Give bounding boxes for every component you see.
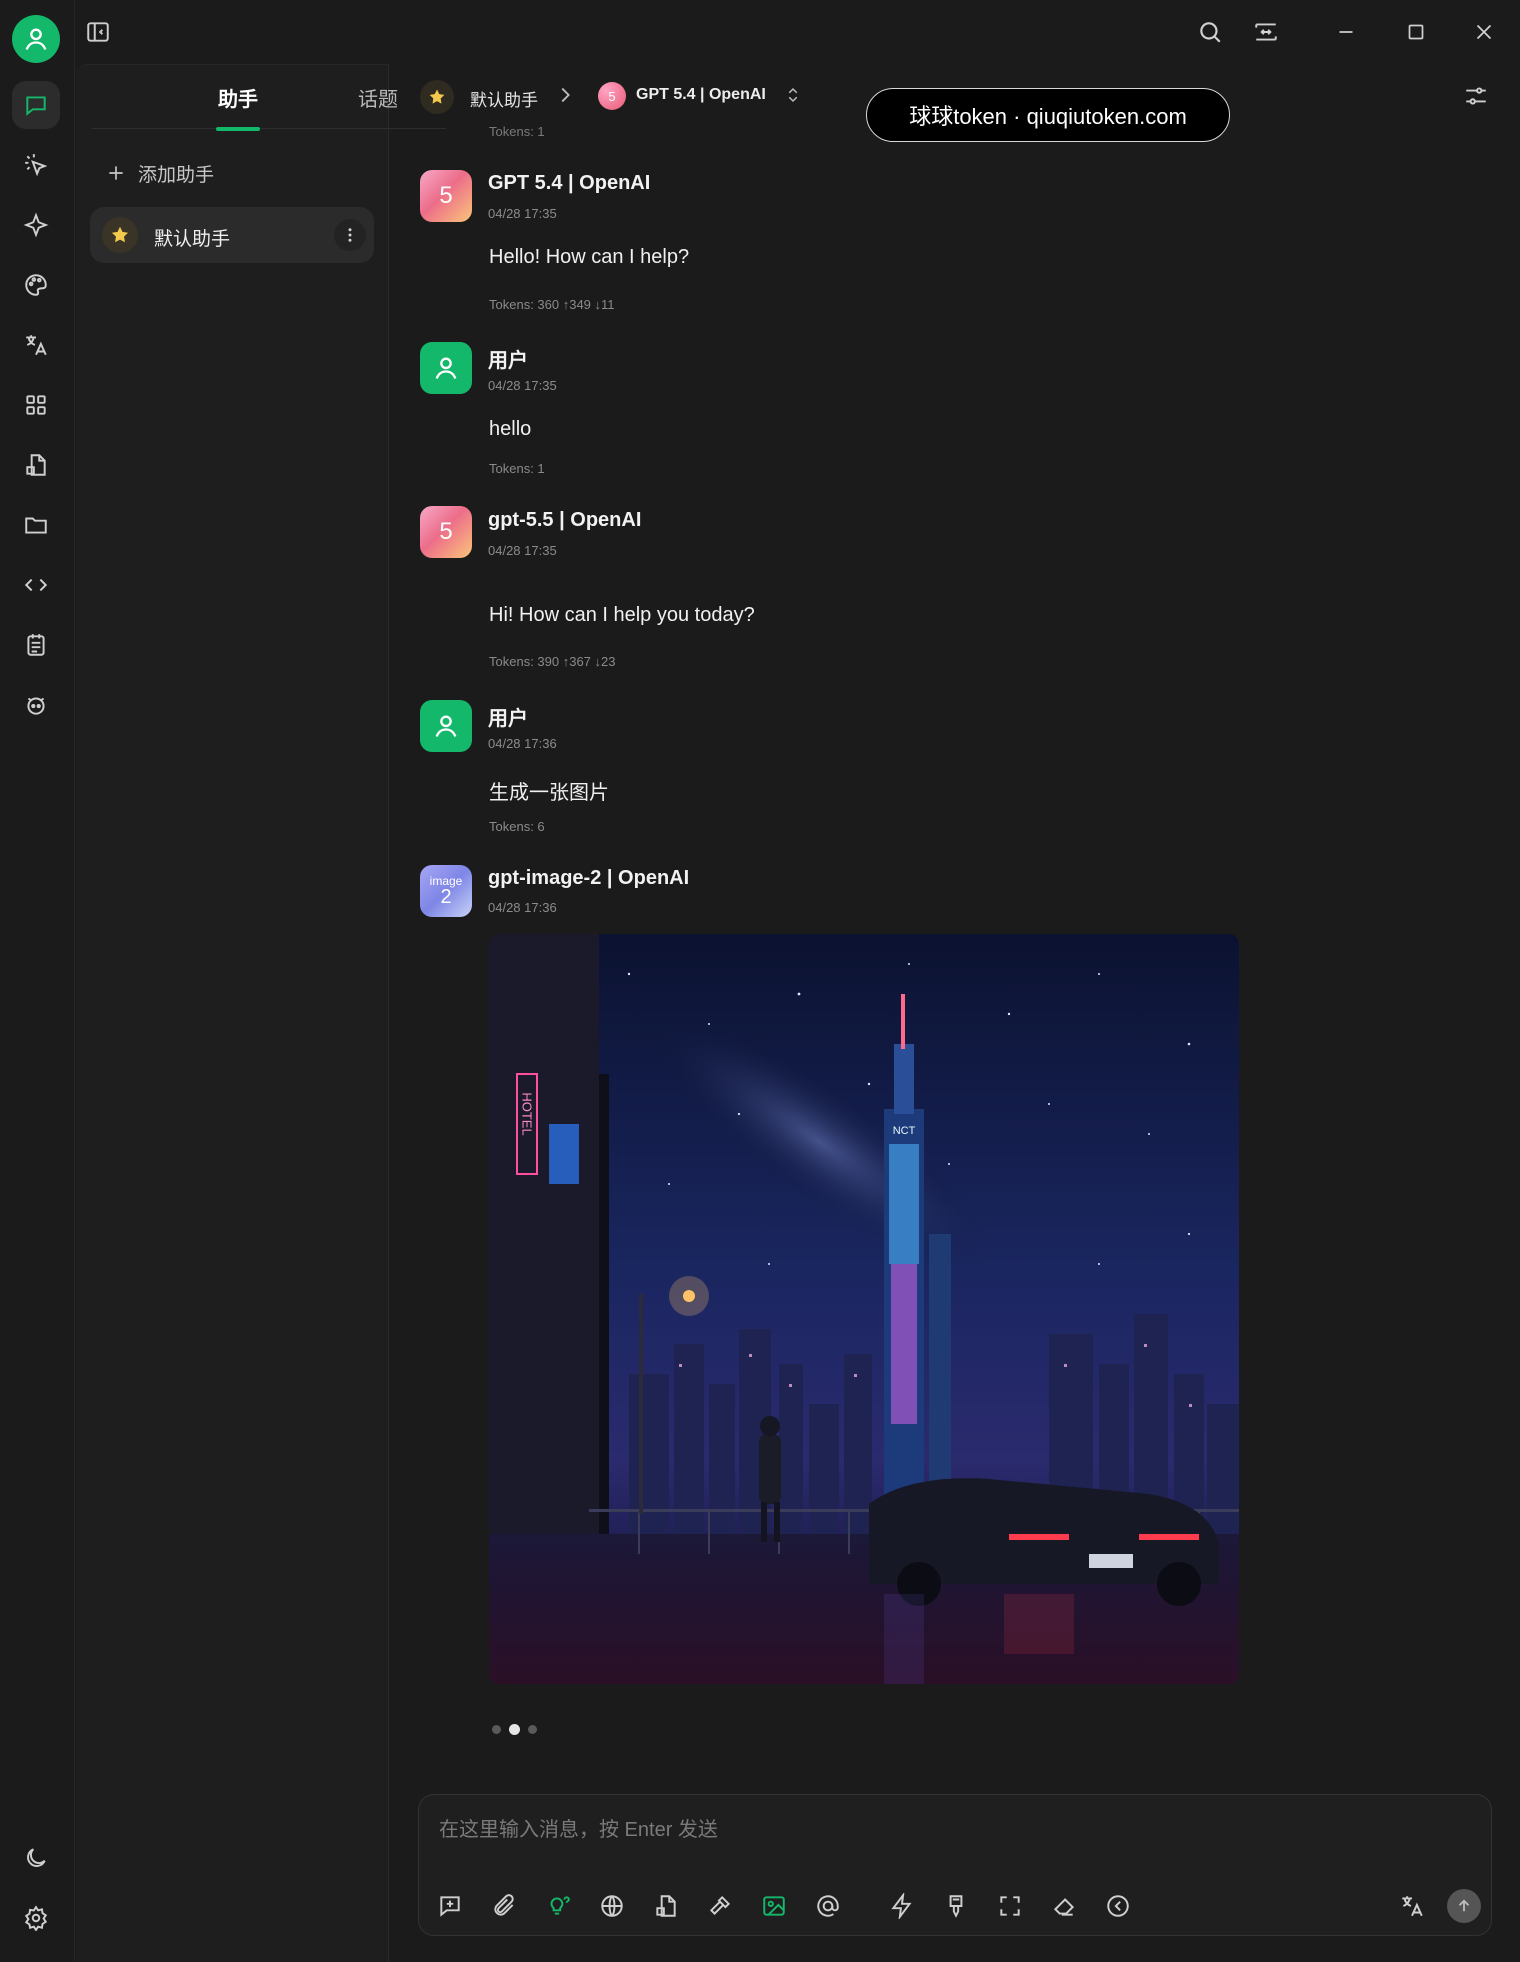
apps-icon[interactable] (12, 381, 60, 429)
message-time: 04/28 17:35 (488, 206, 557, 221)
layout-switch-icon[interactable] (1246, 12, 1286, 52)
translate-input-icon[interactable] (1395, 1889, 1429, 1923)
hotel-sign: HOTEL (520, 1092, 535, 1135)
sidebar-toggle-icon[interactable] (78, 12, 118, 52)
message-tokens: Tokens: 360 ↑349 ↓11 (489, 297, 615, 312)
message-text: Hello! How can I help? (489, 246, 690, 268)
message-time: 04/28 17:35 (488, 543, 557, 558)
thinking-icon[interactable] (541, 1889, 575, 1923)
message-sender: 用户 (488, 708, 528, 730)
arrow-up-icon (1458, 1899, 1470, 1912)
palette-icon[interactable] (12, 261, 60, 309)
sparkle-icon[interactable] (12, 201, 60, 249)
tools-icon[interactable] (703, 1889, 737, 1923)
message-tokens: Tokens: 390 ↑367 ↓23 (489, 654, 616, 669)
image-generation-icon[interactable] (757, 1889, 791, 1923)
notes-icon[interactable] (12, 621, 60, 669)
translate-icon[interactable] (12, 321, 60, 369)
add-assistant-button[interactable]: 添加助手 (106, 155, 214, 191)
message-text: hello (489, 418, 532, 440)
assistant-item-default[interactable]: 默认助手 (90, 207, 374, 263)
tower-sign: NCT (893, 1125, 916, 1137)
app-window: 助手 话题 添加助手 默认助手 默认助手 5 GPT 5.4 | OpenAI … (0, 0, 1520, 1962)
image-pager (492, 1724, 537, 1735)
code-icon[interactable] (12, 561, 60, 609)
clipped-tokens: Tokens: 1 (489, 124, 545, 139)
close-icon[interactable] (1464, 12, 1504, 52)
maximize-icon[interactable] (1396, 12, 1436, 52)
model-avatar: image 2 (420, 865, 472, 917)
message-time: 04/28 17:36 (488, 900, 557, 915)
message-sender: gpt-5.5 | OpenAI (488, 509, 642, 531)
watermark-banner: 球球token · qiuqiutoken.com (866, 88, 1230, 142)
quick-phrase-icon[interactable] (885, 1889, 919, 1923)
icon-rail (0, 0, 75, 1962)
generated-image[interactable]: NCT HOTEL (489, 934, 1239, 1684)
files-icon[interactable] (12, 441, 60, 489)
user-avatar (420, 342, 472, 394)
message-input[interactable] (439, 1813, 1439, 1847)
star-icon (102, 217, 138, 253)
send-button[interactable] (1447, 1889, 1481, 1923)
tab-assistants[interactable]: 助手 (218, 83, 258, 112)
chat-icon[interactable] (12, 81, 60, 129)
chat-header: 默认助手 5 GPT 5.4 | OpenAI 球球token · qiuqiu… (390, 64, 1520, 142)
message-sender: gpt-image-2 | OpenAI (488, 867, 690, 889)
pager-dot[interactable] (492, 1725, 501, 1734)
avatar-label-big: 2 (440, 886, 452, 908)
message-tokens: Tokens: 6 (489, 819, 545, 834)
more-options-icon[interactable] (334, 219, 366, 251)
message-time: 04/28 17:36 (488, 736, 557, 751)
message-tokens: Tokens: 1 (489, 461, 545, 476)
bot-icon[interactable] (12, 681, 60, 729)
model-icon: 5 (598, 82, 626, 110)
model-avatar: 5 (420, 170, 472, 222)
message-text: 生成一张图片 (489, 782, 609, 804)
collapse-icon[interactable] (1101, 1889, 1135, 1923)
chevron-right-icon (561, 87, 570, 103)
message-text: Hi! How can I help you today? (489, 604, 755, 626)
minimize-icon[interactable] (1326, 12, 1366, 52)
breadcrumb-assistant[interactable]: 默认助手 (470, 86, 538, 111)
knowledge-icon[interactable] (649, 1889, 683, 1923)
model-selector[interactable]: GPT 5.4 | OpenAI (636, 86, 766, 104)
eraser-icon[interactable] (1047, 1889, 1081, 1923)
model-avatar: 5 (420, 506, 472, 558)
message-time: 04/28 17:35 (488, 378, 557, 393)
user-avatar (420, 700, 472, 752)
message-composer (418, 1794, 1492, 1936)
assistant-star-icon (420, 80, 454, 114)
message-sender: 用户 (488, 350, 528, 372)
agent-icon[interactable] (12, 141, 60, 189)
add-assistant-label: 添加助手 (138, 164, 215, 186)
pager-dot-active[interactable] (509, 1724, 520, 1735)
assistant-name: 默认助手 (154, 229, 231, 250)
fullscreen-icon[interactable] (993, 1889, 1027, 1923)
plus-icon (109, 166, 123, 180)
chevron-updown-icon[interactable] (784, 84, 802, 106)
chat-settings-icon[interactable] (1456, 76, 1496, 116)
message-sender: GPT 5.4 | OpenAI (488, 172, 651, 194)
pager-dot[interactable] (528, 1725, 537, 1734)
attachment-icon[interactable] (487, 1889, 521, 1923)
new-topic-icon[interactable] (433, 1889, 467, 1923)
active-tab-indicator (216, 127, 260, 131)
assistant-panel: 助手 话题 添加助手 默认助手 (76, 64, 446, 1962)
mention-icon[interactable] (811, 1889, 845, 1923)
clear-format-icon[interactable] (939, 1889, 973, 1923)
moon-icon[interactable] (12, 1834, 60, 1882)
folder-icon[interactable] (12, 501, 60, 549)
web-search-icon[interactable] (595, 1889, 629, 1923)
user-avatar-icon[interactable] (12, 15, 60, 63)
gear-icon[interactable] (12, 1894, 60, 1942)
search-icon[interactable] (1190, 12, 1230, 52)
